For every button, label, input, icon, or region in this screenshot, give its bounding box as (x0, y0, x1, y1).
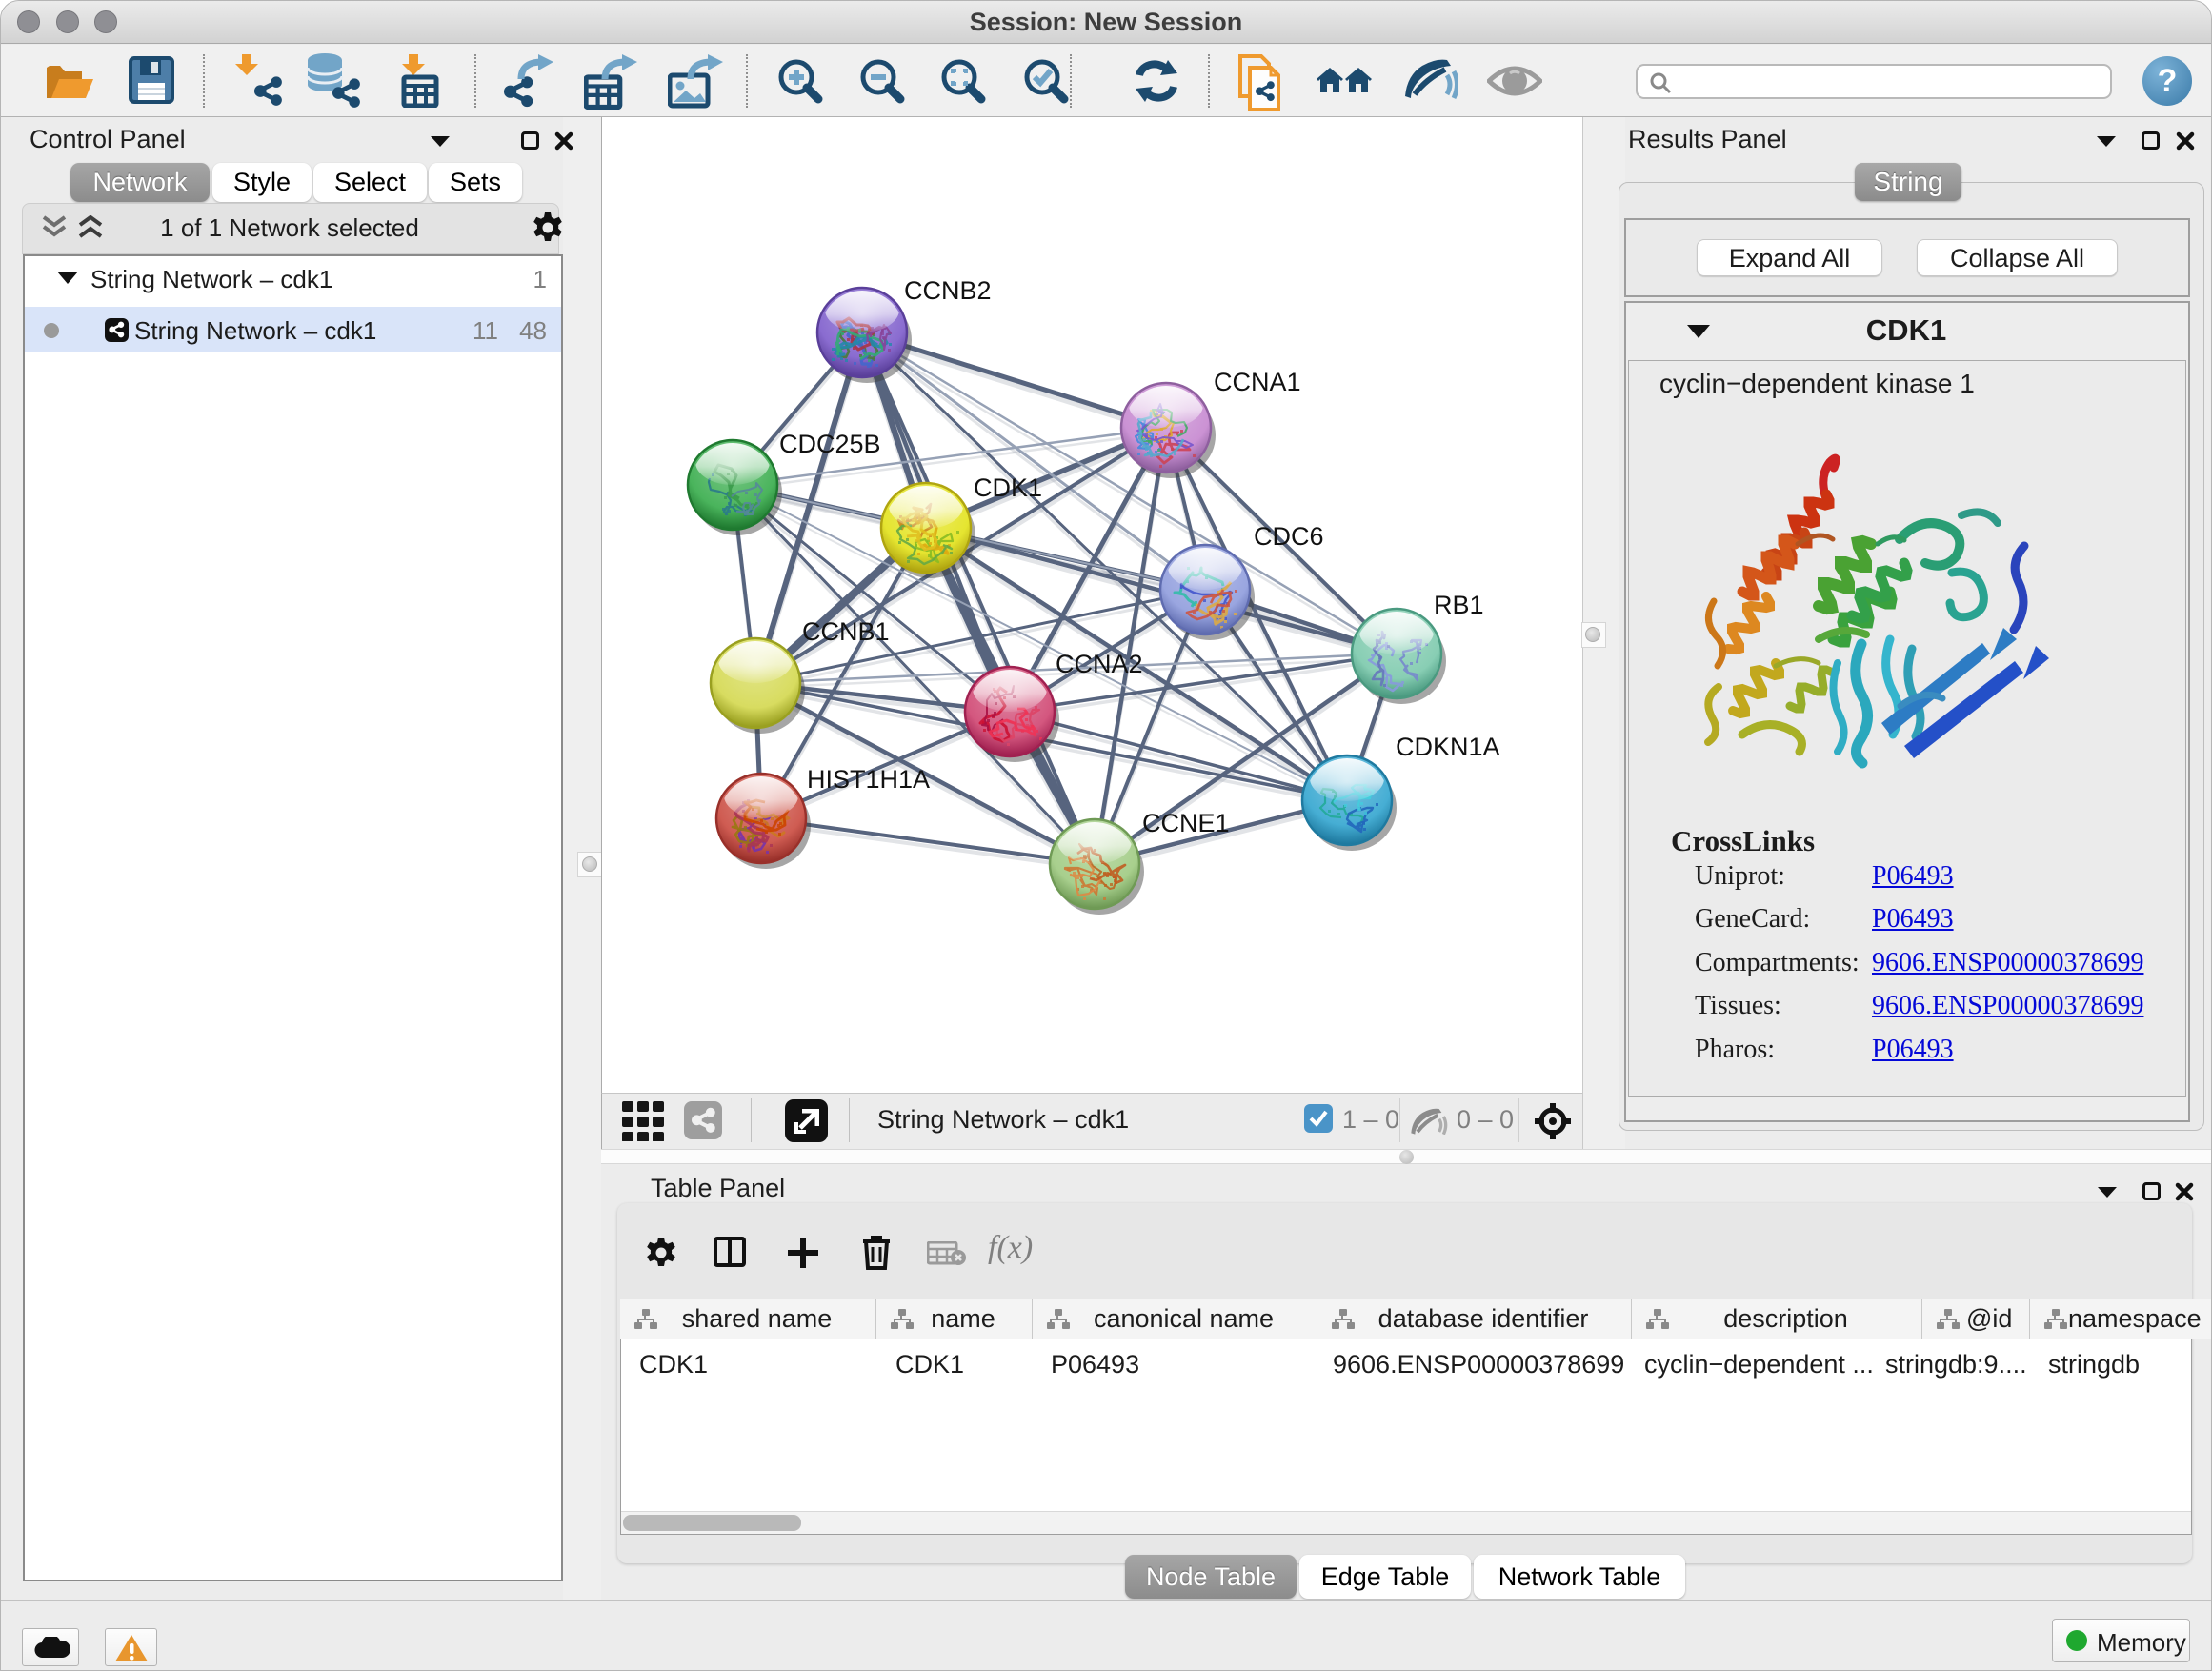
svg-text:CDC25B: CDC25B (779, 430, 881, 458)
svg-text:HIST1H1A: HIST1H1A (807, 765, 930, 794)
svg-text:CDK1: CDK1 (974, 473, 1042, 502)
svg-text:CCNE1: CCNE1 (1142, 809, 1230, 837)
svg-text:CCNB2: CCNB2 (904, 276, 992, 305)
svg-text:CCNA2: CCNA2 (1056, 650, 1143, 678)
svg-text:CCNB1: CCNB1 (802, 617, 890, 646)
svg-text:CDC6: CDC6 (1254, 522, 1324, 551)
svg-text:CCNA1: CCNA1 (1214, 368, 1301, 396)
svg-text:CDKN1A: CDKN1A (1396, 733, 1500, 761)
svg-text:RB1: RB1 (1434, 591, 1484, 619)
